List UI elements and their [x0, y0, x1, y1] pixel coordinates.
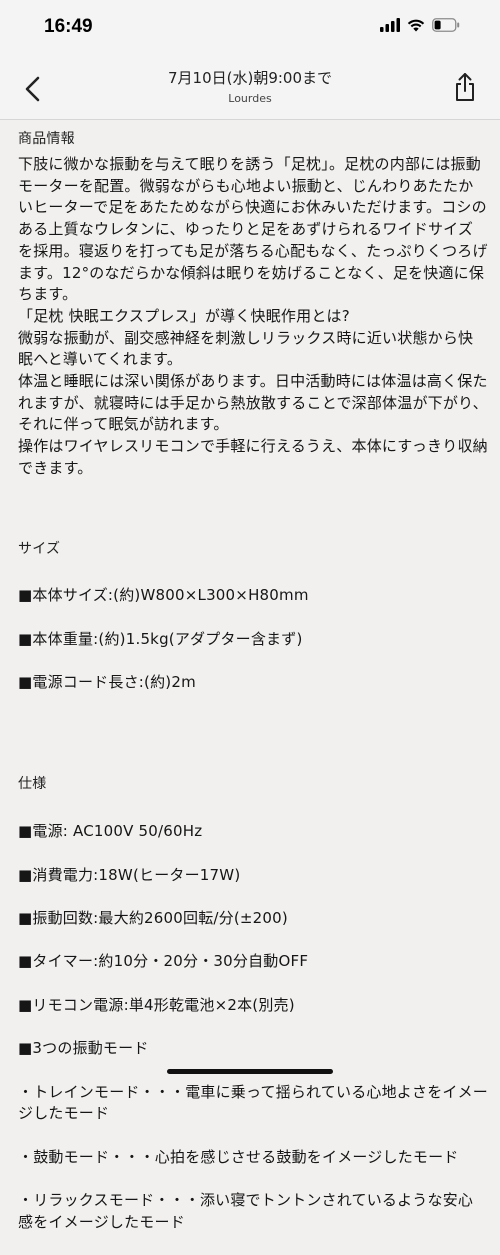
- spec-line: ■振動回数:最大約2600回転/分(±200): [18, 908, 288, 927]
- spec-heading: 仕様: [18, 776, 47, 793]
- product-info-body: 下肢に微かな振動を与えて眠りを誘う「足枕」。足枕の内部には振動モーターを配置。微…: [18, 155, 488, 477]
- spec-list: ■電源: AC100V 50/60Hz ■消費電力:18W(ヒーター17W) ■…: [18, 799, 488, 1255]
- status-icons: [380, 18, 460, 32]
- size-line: ■本体重量:(約)1.5kg(アダプター含まず): [18, 629, 303, 648]
- status-bar: 16:49: [0, 0, 500, 58]
- nav-subtitle: Lourdes: [228, 92, 272, 105]
- nav-title: 7月10日(水)朝9:00まで: [167, 69, 333, 87]
- nav-title-group: 7月10日(水)朝9:00まで Lourdes: [90, 68, 410, 108]
- spec-line: ■リモコン電源:単4形乾電池×2本(別売): [18, 995, 295, 1014]
- spec-line: ・鼓動モード・・・心拍を感じさせる鼓動をイメージしたモード: [18, 1147, 459, 1166]
- size-list: ■本体サイズ:(約)W800×L300×H80mm ■本体重量:(約)1.5kg…: [18, 564, 488, 716]
- share-button[interactable]: [450, 70, 480, 104]
- wifi-icon: [407, 19, 425, 32]
- share-icon: [456, 73, 474, 101]
- status-time: 16:49: [44, 16, 93, 37]
- battery-icon: [432, 18, 460, 32]
- chevron-left-icon: [25, 76, 40, 102]
- home-indicator[interactable]: [167, 1069, 333, 1074]
- size-heading: サイズ: [18, 540, 61, 557]
- spec-line: ■電源: AC100V 50/60Hz: [18, 822, 203, 841]
- spec-line: ・トレインモード・・・電車に乗って揺られている心地よさをイメージしたモード: [18, 1082, 489, 1123]
- product-description: 商品情報 下肢に微かな振動を与えて眠りを誘う「足枕」。足枕の内部には振動モーター…: [18, 128, 488, 1255]
- back-button[interactable]: [18, 72, 48, 104]
- size-line: ■電源コード長さ:(約)2m: [18, 673, 196, 692]
- cellular-signal-icon: [380, 18, 400, 32]
- navigation-bar: 7月10日(水)朝9:00まで Lourdes: [0, 58, 500, 120]
- size-line: ■本体サイズ:(約)W800×L300×H80mm: [18, 586, 309, 605]
- spec-line: ■タイマー:約10分・20分・30分自動OFF: [18, 952, 309, 971]
- product-info-heading: 商品情報: [18, 131, 75, 147]
- spec-line: ■3つの振動モード: [18, 1039, 149, 1058]
- spec-line: ■消費電力:18W(ヒーター17W): [18, 865, 241, 884]
- spec-line: ・リラックスモード・・・添い寝でトントンされているような安心感をイメージしたモー…: [18, 1191, 474, 1231]
